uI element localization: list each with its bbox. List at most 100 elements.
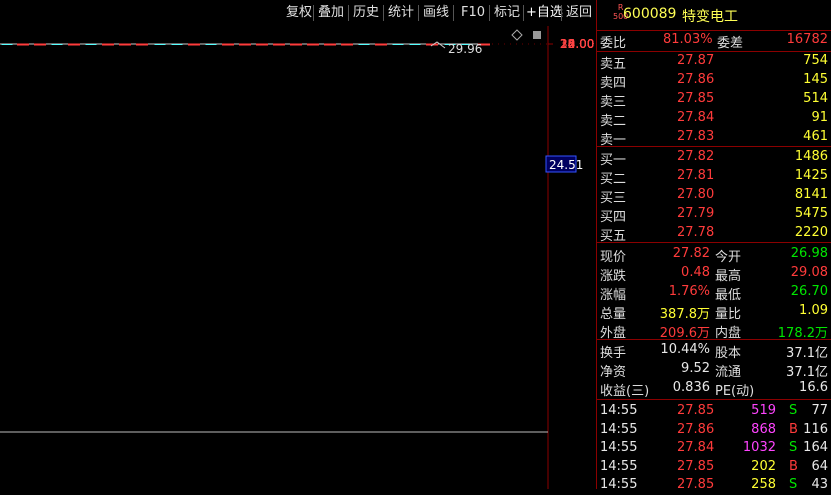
chart-corner-icons[interactable] [511,29,541,41]
toolbar-button-overlay[interactable]: 叠加 [318,4,344,22]
ask-price: 27.83 [677,129,715,144]
candle [256,43,268,46]
candle-body [239,43,251,46]
bid-row: 买五 27.78 2220 [597,224,831,244]
fundamental-label: 收益(三) [600,384,650,399]
tick-volume: 868 [751,421,776,437]
stat-value: 26.98 [790,246,828,261]
candle [273,43,285,46]
candle-body [171,44,183,45]
quote-panel: R 500 600089 特变电工 委比 81.03% 委差 16782 卖五 2… [596,0,831,492]
candle [239,43,251,46]
stat-label: 今开 [715,250,742,265]
current-price-tag-text: 24.51 [549,158,583,172]
bid-price: 27.81 [677,168,715,183]
stat-label: 量比 [715,307,742,322]
tick-row[interactable]: 14:55 27.85 202 B 64 [597,458,831,477]
stat-label: 最高 [715,269,742,284]
bid-volume: 1425 [794,168,828,183]
toolbar-divider [383,5,384,21]
candle [358,44,370,45]
candle [290,43,302,46]
fundamental-value: 9.52 [681,361,710,376]
candle-body [136,43,148,46]
candle-body [205,44,217,45]
candle-body [188,43,200,46]
candle [17,43,29,46]
ask-volume: 754 [803,53,828,68]
commission-diff-label: 委差 [717,36,744,51]
bid-level-label: 买一 [600,153,627,168]
tick-count: 43 [811,477,828,492]
candlesticks[interactable] [1,43,490,46]
high-price-label: 29.96 [448,42,482,56]
ask-price: 27.86 [677,72,715,87]
ask-volume: 145 [803,72,828,87]
diamond-icon[interactable] [511,29,523,41]
tick-price: 27.86 [677,421,715,437]
tick-count: 64 [811,458,828,474]
fundamental-value: 0.836 [672,380,710,395]
candle [154,44,166,45]
stat-row: 外盘 209.6万 内盘 178.2万 [597,321,831,341]
tick-count: 164 [803,440,828,455]
price-axis-label: 12.00 [560,37,594,51]
divider [597,339,831,340]
fundamental-label: PE(动) [715,384,755,399]
bid-row: 买三 27.80 8141 [597,186,831,206]
bid-level-label: 买四 [600,210,627,225]
toolbar-divider [348,5,349,21]
candle-body [375,43,387,46]
tick-count: 77 [811,403,828,418]
square-icon[interactable] [533,31,541,39]
candle [341,43,353,46]
toolbar-button-history[interactable]: 历史 [353,4,379,22]
stat-value: 387.8万 [659,307,710,322]
toolbar-divider [561,5,562,21]
ask-row: 卖五 27.87 754 [597,52,831,72]
ask-price: 27.85 [677,91,715,106]
candle-body [17,43,29,46]
tick-row[interactable]: 14:55 27.84 1032 S 164 [597,439,831,458]
toolbar-divider [489,5,490,21]
kline-chart[interactable]: 30.0028.0026.0024.0022.0020.0018.0016.00… [0,26,596,489]
fundamental-label: 净资 [600,365,627,380]
tick-row[interactable]: 14:55 27.85 519 S 77 [597,402,831,421]
bid-level-label: 买二 [600,172,627,187]
stat-label: 现价 [600,250,627,265]
fundamental-value: 10.44% [660,342,710,357]
candle-body [324,43,336,46]
bid-volume: 1486 [794,149,828,164]
candle-body [307,43,319,46]
commission-ratio-value: 81.03% [663,32,713,47]
ask-level-label: 卖二 [600,114,627,129]
candle [102,43,114,46]
tick-time: 14:55 [600,458,638,474]
ask-level-label: 卖三 [600,95,627,110]
toolbar-button-restore-rights[interactable]: 复权 [286,4,312,22]
tick-row[interactable]: 14:55 27.85 258 S 43 [597,476,831,495]
candle-body [1,44,13,45]
toolbar-button-back[interactable]: 返回 [566,4,592,22]
toolbar-button-statistics[interactable]: 统计 [388,4,414,22]
tick-time: 14:55 [600,477,638,492]
tick-price: 27.85 [677,403,715,418]
tick-row[interactable]: 14:55 27.86 868 B 116 [597,421,831,440]
tick-side: S [789,477,798,492]
toolbar-button-add-watchlist[interactable]: +自选 [526,4,563,22]
fundamental-value: 37.1亿 [786,346,828,361]
toolbar-button-f10[interactable]: F10 [461,4,485,22]
bid-row: 买四 27.79 5475 [597,205,831,225]
candle [222,43,234,46]
candle-body [290,43,302,46]
candle [34,43,46,46]
toolbar-button-mark[interactable]: 标记 [494,4,520,22]
bid-volume: 8141 [794,187,828,202]
toolbar-button-draw[interactable]: 画线 [423,4,449,22]
fundamental-row: 换手 10.44% 股本 37.1亿 [597,341,831,361]
candle [1,44,13,45]
ask-row: 卖四 27.86 145 [597,71,831,91]
candle [307,43,319,46]
stat-value: 26.70 [790,284,828,299]
divider [597,146,831,147]
